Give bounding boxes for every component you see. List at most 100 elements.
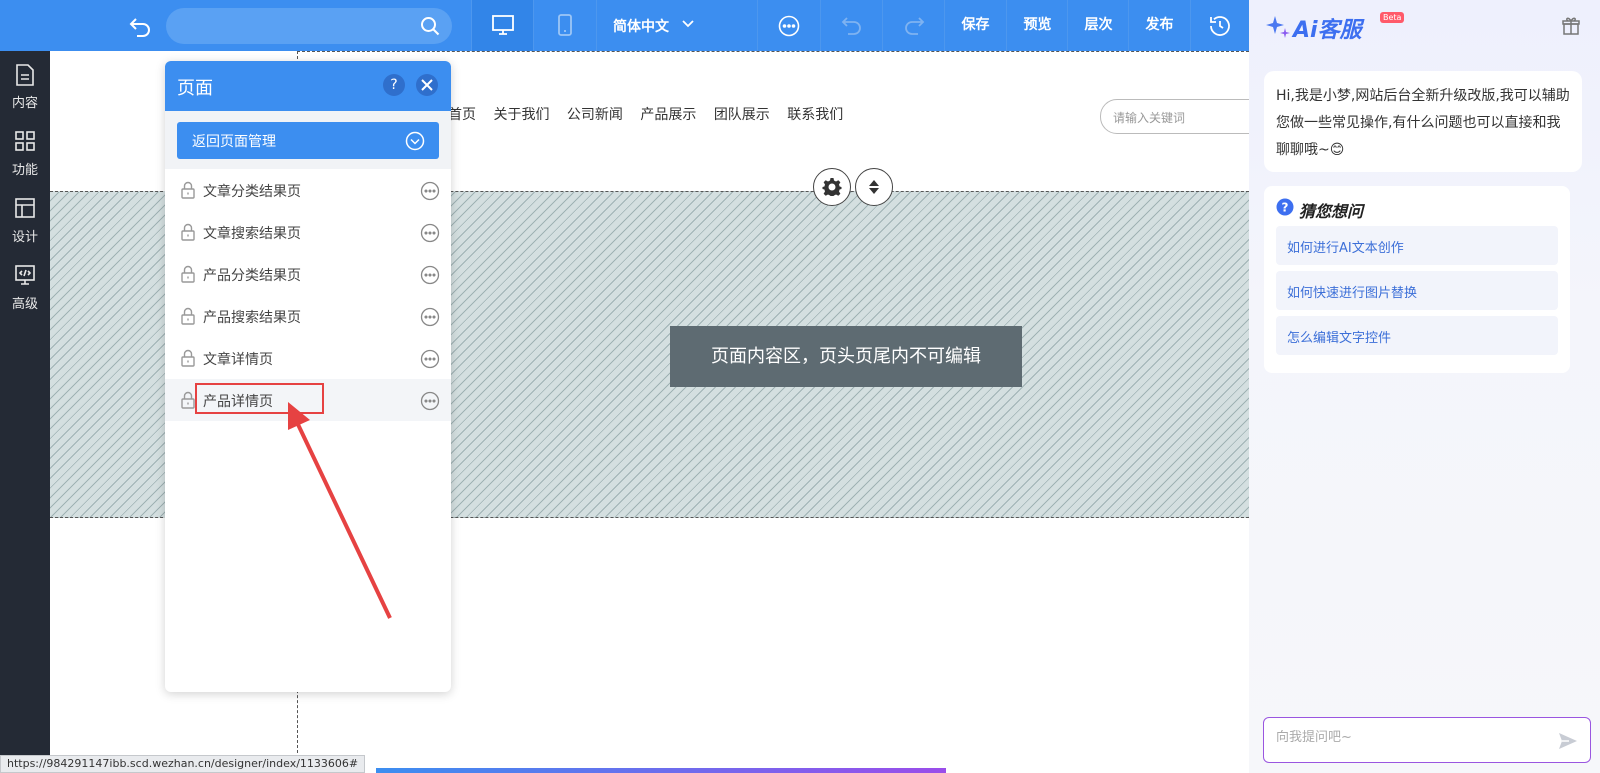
suggestion-item[interactable]: 如何进行AI文本创作 [1276,226,1558,265]
nav-item[interactable]: 关于我们 [493,107,549,123]
sparkle-icon [1266,16,1290,38]
publish-button[interactable]: 发布 [1128,0,1190,51]
back-arrow-icon[interactable] [128,14,152,38]
lock-icon [181,265,195,283]
site-search-input[interactable]: 请输入关键词 [1100,99,1249,134]
page-label: 文章搜索结果页 [203,226,301,242]
sidebar-item-design[interactable]: 设计 [0,189,50,249]
ai-assistant-panel: Ai客服 Beta Hi,我是小梦,网站后台全新升级改版,我可以辅助您做一些常见… [1249,0,1600,773]
layout-icon [15,198,35,218]
history-button[interactable] [1190,0,1249,51]
publish-label: 发布 [1145,17,1174,33]
suggestion-label: 如何快速进行图片替换 [1287,286,1418,301]
sidebar-label: 内容 [11,96,38,111]
save-button[interactable]: 保存 [944,0,1006,51]
lock-icon [181,223,195,241]
suggest-title: 猜您想问 [1299,202,1364,221]
page-row-article-category[interactable]: 文章分类结果页 [165,169,451,211]
nav-item[interactable]: 产品展示 [640,107,696,123]
grid-icon [15,131,35,151]
gear-icon [822,178,842,196]
sidebar-item-content[interactable]: 内容 [0,55,50,115]
language-select[interactable]: 简体中文 [596,0,716,51]
desktop-icon [492,15,514,35]
desktop-view-button[interactable] [471,0,533,51]
send-icon[interactable] [1558,731,1578,751]
content-area-label: 页面内容区，页头页尾内不可编辑 [670,326,1022,387]
gift-icon[interactable] [1561,16,1581,36]
lock-icon [181,181,195,199]
more-options-icon[interactable] [420,265,440,285]
mobile-view-button[interactable] [533,0,595,51]
language-label: 简体中文 [613,19,669,35]
page-row-product-category[interactable]: 产品分类结果页 [165,253,451,295]
page-row-product-search[interactable]: 产品搜索结果页 [165,295,451,337]
svg-text:?: ? [1282,201,1289,215]
more-options-icon[interactable] [420,181,440,201]
search-placeholder: 请输入关键词 [1113,111,1186,125]
suggestion-item[interactable]: 如何快速进行图片替换 [1276,271,1558,310]
status-bar-url: https://984291147ibb.scd.wezhan.cn/desig… [0,755,366,773]
nav-item[interactable]: 首页 [448,107,476,123]
annotation-arrow-icon [288,402,392,619]
sidebar-item-features[interactable]: 功能 [0,122,50,182]
suggestion-label: 怎么编辑文字控件 [1287,331,1392,346]
guide-line [297,51,1249,52]
nav-item[interactable]: 团队展示 [714,107,770,123]
reorder-button[interactable] [855,168,893,206]
sort-icon [869,180,879,194]
ai-chat-input-box [1263,717,1591,763]
page-row-article-search[interactable]: 文章搜索结果页 [165,211,451,253]
nav-item[interactable]: 联系我们 [787,107,843,123]
more-options-icon[interactable] [420,307,440,327]
suggestion-item[interactable]: 怎么编辑文字控件 [1276,316,1558,355]
undo-button[interactable] [820,0,882,51]
more-options-icon[interactable] [420,391,440,411]
search-icon[interactable] [420,16,440,36]
undo-icon [841,17,861,35]
left-sidebar: 内容 功能 设计 高级 [0,51,50,773]
more-icon [778,15,800,37]
document-icon [16,64,34,86]
nav-item[interactable]: 公司新闻 [567,107,623,123]
layers-button[interactable]: 层次 [1067,0,1129,51]
more-button[interactable] [757,0,819,51]
lock-icon [181,307,195,325]
more-options-icon[interactable] [420,349,440,369]
lock-icon [181,349,195,367]
back-to-page-management-button[interactable]: 返回页面管理 [177,122,439,159]
page-label: 文章分类结果页 [203,184,301,200]
lock-icon [181,391,195,409]
page-label: 产品分类结果页 [203,268,301,284]
chevron-down-icon [682,20,694,28]
page-label: 产品搜索结果页 [203,310,301,326]
more-options-icon[interactable] [420,223,440,243]
help-icon[interactable]: ? [383,74,405,96]
progress-bar [376,768,946,773]
close-button[interactable] [416,74,438,96]
settings-button[interactable] [813,168,851,206]
site-nav: 首页 关于我们 公司新闻 产品展示 团队展示 联系我们 [448,104,856,124]
close-icon [421,79,433,91]
save-label: 保存 [961,17,990,33]
beta-badge: Beta [1380,12,1405,23]
preview-button[interactable]: 预览 [1006,0,1068,51]
suggested-questions: ? 猜您想问 如何进行AI文本创作 如何快速进行图片替换 怎么编辑文字控件 [1264,186,1570,373]
sidebar-item-advanced[interactable]: 高级 [0,256,50,316]
suggestion-label: 如何进行AI文本创作 [1287,241,1404,256]
sidebar-label: 功能 [11,163,38,178]
sidebar-label: 高级 [11,297,38,312]
code-icon [15,265,35,285]
preview-label: 预览 [1023,17,1052,33]
sidebar-label: 设计 [11,230,38,245]
history-icon [1210,16,1230,36]
layers-label: 层次 [1084,17,1113,33]
page-row-article-detail[interactable]: 文章详情页 [165,337,451,379]
top-toolbar: 简体中文 保存 预览 层次 发布 [0,0,1249,51]
toolbar-search[interactable] [166,8,452,44]
mobile-icon [558,14,572,36]
ai-title: Ai客服 [1293,18,1362,43]
back-button-label: 返回页面管理 [192,134,276,150]
ai-chat-input[interactable] [1276,730,1536,745]
redo-button[interactable] [882,0,944,51]
